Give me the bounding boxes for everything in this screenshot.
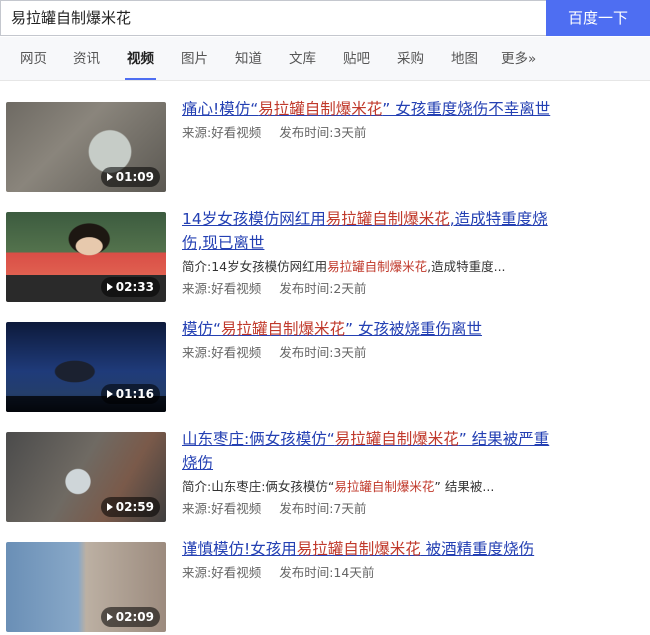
search-input[interactable]: 易拉罐自制爆米花: [0, 0, 546, 36]
video-duration: 02:09: [100, 607, 160, 627]
result-title-link[interactable]: 痛心!模仿“易拉罐自制爆米花” 女孩重度烧伤不幸离世: [182, 97, 552, 121]
video-thumbnail[interactable]: 02:33: [6, 212, 166, 302]
video-result: 02:59 山东枣庄:俩女孩模仿“易拉罐自制爆米花” 结果被严重烧伤 简介:山东…: [0, 430, 650, 524]
result-meta: 来源:好看视频 发布时间:7天前: [182, 499, 552, 519]
title-keyword: 易拉罐自制爆米花: [221, 320, 346, 338]
result-time: 发布时间:2天前: [279, 281, 367, 296]
result-title-link[interactable]: 模仿“易拉罐自制爆米花” 女孩被烧重伤离世: [182, 317, 552, 341]
title-keyword: 易拉罐自制爆米花: [258, 100, 383, 118]
summary-keyword: 易拉罐自制爆米花: [327, 259, 428, 274]
title-keyword: 易拉罐自制爆米花: [325, 210, 450, 228]
title-text: 模仿“: [182, 320, 222, 338]
tab-more[interactable]: 更多»: [501, 37, 536, 80]
result-title-link[interactable]: 14岁女孩模仿网红用易拉罐自制爆米花,造成特重度烧伤,现已离世: [182, 207, 552, 255]
video-result: 02:09 谨慎模仿!女孩用易拉罐自制爆米花 被酒精重度烧伤 来源:好看视频 发布…: [0, 540, 650, 634]
video-result: 02:33 14岁女孩模仿网红用易拉罐自制爆米花,造成特重度烧伤,现已离世 简介…: [0, 210, 650, 304]
duration-text: 02:59: [115, 500, 154, 514]
result-source: 来源:好看视频: [182, 125, 262, 140]
summary-text: 简介:山东枣庄:俩女孩模仿“: [182, 479, 335, 494]
result-time: 发布时间:14天前: [279, 565, 375, 580]
video-result: 01:16 模仿“易拉罐自制爆米花” 女孩被烧重伤离世 来源:好看视频 发布时间:…: [0, 320, 650, 414]
title-text: 山东枣庄:俩女孩模仿“: [182, 430, 335, 448]
video-thumbnail[interactable]: 01:09: [6, 102, 166, 192]
tab-web[interactable]: 网页: [20, 37, 47, 80]
video-thumbnail[interactable]: 01:16: [6, 322, 166, 412]
search-button[interactable]: 百度一下: [546, 0, 650, 36]
tab-maps[interactable]: 地图: [451, 37, 478, 80]
video-thumbnail[interactable]: 02:09: [6, 542, 166, 632]
play-icon: [106, 613, 113, 621]
tab-zhidao[interactable]: 知道: [235, 37, 262, 80]
summary-text: ,造成特重度...: [427, 259, 506, 274]
tab-images[interactable]: 图片: [181, 37, 208, 80]
result-meta: 来源:好看视频 发布时间:2天前: [182, 279, 552, 299]
result-meta: 来源:好看视频 发布时间:3天前: [182, 123, 552, 143]
search-bar: 易拉罐自制爆米花 百度一下: [0, 0, 650, 36]
title-keyword: 易拉罐自制爆米花: [296, 540, 421, 558]
result-source: 来源:好看视频: [182, 345, 262, 360]
tab-shopping[interactable]: 采购: [397, 37, 424, 80]
summary-keyword: 易拉罐自制爆米花: [334, 479, 435, 494]
result-summary: 简介:山东枣庄:俩女孩模仿“易拉罐自制爆米花” 结果被...: [182, 477, 552, 497]
title-text: 被酒精重度烧伤: [420, 540, 535, 558]
play-icon: [106, 173, 113, 181]
video-thumbnail[interactable]: 02:59: [6, 432, 166, 522]
video-duration: 01:16: [100, 384, 160, 404]
result-source: 来源:好看视频: [182, 281, 262, 296]
tab-video[interactable]: 视频: [125, 37, 156, 80]
tab-tieba[interactable]: 贴吧: [343, 37, 370, 80]
title-text: 谨慎模仿!女孩用: [182, 540, 297, 558]
video-duration: 02:33: [100, 277, 160, 297]
tab-wenku[interactable]: 文库: [289, 37, 316, 80]
title-text: ” 女孩重度烧伤不幸离世: [382, 100, 551, 118]
result-title-link[interactable]: 谨慎模仿!女孩用易拉罐自制爆米花 被酒精重度烧伤: [182, 537, 552, 561]
video-duration: 02:59: [100, 497, 160, 517]
result-meta: 来源:好看视频 发布时间:14天前: [182, 563, 552, 583]
result-time: 发布时间:7天前: [279, 501, 367, 516]
video-result: 01:09 痛心!模仿“易拉罐自制爆米花” 女孩重度烧伤不幸离世 来源:好看视频…: [0, 100, 650, 194]
result-title-link[interactable]: 山东枣庄:俩女孩模仿“易拉罐自制爆米花” 结果被严重烧伤: [182, 427, 552, 475]
title-text: ” 女孩被烧重伤离世: [345, 320, 483, 338]
result-source: 来源:好看视频: [182, 565, 262, 580]
result-summary: 简介:14岁女孩模仿网红用易拉罐自制爆米花,造成特重度...: [182, 257, 552, 277]
duration-text: 01:16: [115, 387, 154, 401]
result-meta: 来源:好看视频 发布时间:3天前: [182, 343, 552, 363]
title-text: 14岁女孩模仿网红用: [182, 210, 326, 228]
title-keyword: 易拉罐自制爆米花: [334, 430, 459, 448]
tab-news[interactable]: 资讯: [73, 37, 100, 80]
play-icon: [106, 283, 113, 291]
video-duration: 01:09: [100, 167, 160, 187]
summary-text: ” 结果被...: [434, 479, 495, 494]
duration-text: 01:09: [115, 170, 154, 184]
title-text: 痛心!模仿“: [182, 100, 259, 118]
play-icon: [106, 390, 113, 398]
search-tabs: 网页 资讯 视频 图片 知道 文库 贴吧 采购 地图 更多»: [0, 37, 650, 81]
result-source: 来源:好看视频: [182, 501, 262, 516]
summary-text: 简介:14岁女孩模仿网红用: [182, 259, 328, 274]
duration-text: 02:33: [115, 280, 154, 294]
play-icon: [106, 503, 113, 511]
result-time: 发布时间:3天前: [279, 125, 367, 140]
duration-text: 02:09: [115, 610, 154, 624]
result-time: 发布时间:3天前: [279, 345, 367, 360]
